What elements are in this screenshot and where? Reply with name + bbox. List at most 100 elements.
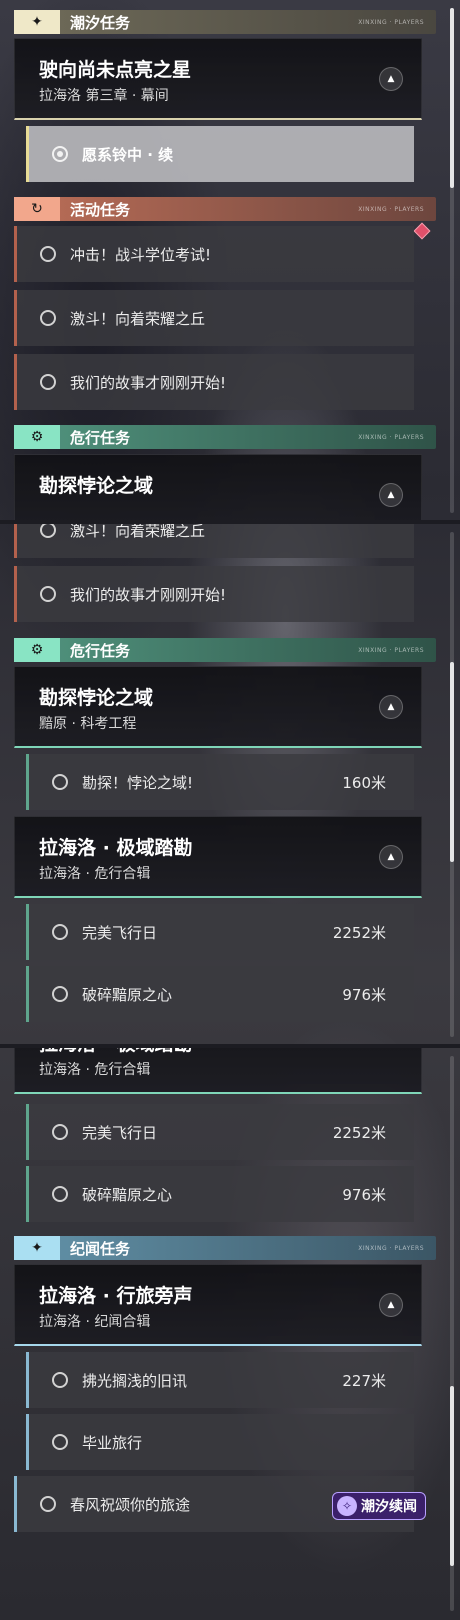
category-tag: XINXING · PLAYERS bbox=[358, 433, 424, 441]
step-distance: 2252米 bbox=[332, 923, 386, 942]
category-label: 潮汐任务 bbox=[70, 13, 131, 32]
scrollbar-thumb[interactable] bbox=[450, 662, 454, 862]
step-label: 毕业旅行 bbox=[82, 1433, 143, 1452]
radio-icon bbox=[52, 986, 68, 1002]
scrollbar[interactable] bbox=[450, 532, 454, 1037]
chevron-up-icon[interactable]: ▲ bbox=[379, 67, 403, 91]
quest-item-label: 冲击！战斗学位考试! bbox=[70, 245, 212, 264]
item-accent bbox=[14, 354, 17, 410]
quest-item-label: 激斗！向着荣耀之丘 bbox=[70, 524, 206, 540]
category-tag: XINXING · PLAYERS bbox=[358, 205, 424, 213]
quest-title: 拉海洛 · 极域踏勘 bbox=[39, 1048, 192, 1056]
quest-card-danger-main[interactable]: 勘探悖论之域 ▲ bbox=[14, 454, 422, 520]
quest-card-lore-main[interactable]: 拉海洛 · 行旅旁声 拉海洛 · 纪闻合辑 ▲ bbox=[14, 1264, 422, 1346]
quest-subtitle: 拉海洛 · 危行合辑 bbox=[39, 1062, 151, 1078]
step-label: 愿系铃中 · 续 bbox=[82, 145, 174, 164]
radio-icon bbox=[52, 1186, 68, 1202]
sparkle-icon: ✦ bbox=[14, 10, 60, 34]
category-label: 活动任务 bbox=[70, 200, 131, 219]
quest-subtitle: 黯原 · 科考工程 bbox=[39, 716, 137, 732]
step-label: 破碎黯原之心 bbox=[82, 1185, 173, 1204]
notification-diamond-icon bbox=[413, 222, 431, 240]
step-label: 完美飞行日 bbox=[82, 923, 158, 942]
quest-card-danger-second[interactable]: 拉海洛 · 极域踏勘 拉海洛 · 危行合辑 ▲ bbox=[14, 816, 422, 898]
chevron-up-icon[interactable]: ▲ bbox=[379, 1293, 403, 1317]
step-accent bbox=[26, 1104, 29, 1160]
category-tag: XINXING · PLAYERS bbox=[358, 646, 424, 654]
radio-icon bbox=[52, 774, 68, 790]
quest-card-tide-main[interactable]: 驶向尚未点亮之星 拉海洛 第三章 · 幕间 ▲ bbox=[14, 38, 422, 120]
item-accent bbox=[14, 290, 17, 346]
category-tide-header: ✦ 潮汐任务 XINXING · PLAYERS bbox=[14, 10, 436, 34]
logo-emblem-icon: ✧ bbox=[337, 1496, 357, 1516]
step-distance: 976米 bbox=[342, 1185, 386, 1204]
chevron-up-icon[interactable]: ▲ bbox=[379, 695, 403, 719]
category-label: 危行任务 bbox=[70, 428, 131, 447]
category-lore-header: ✦ 纪闻任务 XINXING · PLAYERS bbox=[14, 1236, 436, 1260]
quest-step-selected[interactable]: 愿系铃中 · 续 bbox=[26, 126, 414, 182]
step-distance: 2252米 bbox=[332, 1123, 386, 1142]
step-accent bbox=[26, 1414, 29, 1470]
step-accent bbox=[26, 966, 29, 1022]
chevron-up-icon[interactable]: ▲ bbox=[379, 483, 403, 507]
gear-icon: ⚙ bbox=[14, 425, 60, 449]
quest-item[interactable]: 激斗！向着荣耀之丘 bbox=[14, 524, 414, 558]
tide-sequel-logo: ✧ 潮汐续闻 bbox=[332, 1492, 426, 1520]
step-accent bbox=[26, 1352, 29, 1408]
step-accent bbox=[14, 1476, 17, 1532]
quest-item[interactable]: 我们的故事才刚刚开始! bbox=[14, 566, 414, 622]
quest-step[interactable]: 完美飞行日 2252米 bbox=[26, 1104, 414, 1160]
category-label: 危行任务 bbox=[70, 641, 131, 660]
quest-subtitle: 拉海洛 第三章 · 幕间 bbox=[39, 88, 169, 104]
radio-icon bbox=[40, 310, 56, 326]
quest-item-label: 我们的故事才刚刚开始! bbox=[70, 585, 227, 604]
quest-step[interactable]: 破碎黯原之心 976米 bbox=[26, 966, 414, 1022]
quest-subtitle: 拉海洛 · 危行合辑 bbox=[39, 866, 151, 882]
quest-step[interactable]: 完美飞行日 2252米 bbox=[26, 904, 414, 960]
scrollbar-thumb[interactable] bbox=[450, 1386, 454, 1566]
radio-selected-icon bbox=[52, 146, 68, 162]
chevron-up-icon[interactable]: ▲ bbox=[379, 845, 403, 869]
quest-card-danger-second[interactable]: 拉海洛 · 极域踏勘 拉海洛 · 危行合辑 bbox=[14, 1048, 422, 1094]
step-distance: 227米 bbox=[342, 1371, 386, 1390]
gear-icon: ⚙ bbox=[14, 638, 60, 662]
category-danger-header: ⚙ 危行任务 XINXING · PLAYERS bbox=[14, 425, 436, 449]
radio-icon bbox=[52, 924, 68, 940]
screenshot-divider bbox=[0, 520, 460, 524]
quest-item[interactable]: 激斗！向着荣耀之丘 bbox=[14, 290, 414, 346]
quest-step[interactable]: 勘探！悖论之域! 160米 bbox=[26, 754, 414, 810]
logo-text: 潮汐续闻 bbox=[361, 1499, 417, 1515]
radio-icon bbox=[52, 1434, 68, 1450]
radio-icon bbox=[52, 1372, 68, 1388]
item-accent bbox=[14, 524, 17, 558]
scrollbar-thumb[interactable] bbox=[450, 8, 454, 188]
step-accent bbox=[26, 1166, 29, 1222]
item-accent bbox=[14, 566, 17, 622]
step-label: 春风祝颂你的旅途 bbox=[70, 1495, 191, 1514]
quest-step[interactable]: 毕业旅行 bbox=[26, 1414, 414, 1470]
scrollbar[interactable] bbox=[450, 8, 454, 513]
quest-item[interactable]: 我们的故事才刚刚开始! bbox=[14, 354, 414, 410]
quest-title: 勘探悖论之域 bbox=[39, 475, 154, 497]
radio-icon bbox=[52, 1124, 68, 1140]
category-tag: XINXING · PLAYERS bbox=[358, 18, 424, 26]
quest-step[interactable]: 拂光搁浅的旧讯 227米 bbox=[26, 1352, 414, 1408]
quest-step[interactable]: 破碎黯原之心 976米 bbox=[26, 1166, 414, 1222]
category-danger-header: ⚙ 危行任务 XINXING · PLAYERS bbox=[14, 638, 436, 662]
category-label: 纪闻任务 bbox=[70, 1239, 131, 1258]
step-distance: 160米 bbox=[342, 773, 386, 792]
radio-icon bbox=[40, 1496, 56, 1512]
step-distance: 976米 bbox=[342, 985, 386, 1004]
quest-subtitle: 拉海洛 · 纪闻合辑 bbox=[39, 1314, 151, 1330]
quest-item-label: 我们的故事才刚刚开始! bbox=[70, 373, 227, 392]
refresh-icon: ↻ bbox=[14, 197, 60, 221]
quest-panel-1: ✦ 潮汐任务 XINXING · PLAYERS 驶向尚未点亮之星 拉海洛 第三… bbox=[0, 0, 460, 520]
quest-title: 勘探悖论之域 bbox=[39, 687, 154, 709]
screenshot-divider bbox=[0, 1044, 460, 1048]
quest-card-danger-main[interactable]: 勘探悖论之域 黯原 · 科考工程 ▲ bbox=[14, 666, 422, 748]
scrollbar[interactable] bbox=[450, 1056, 454, 1611]
quest-item[interactable]: 冲击！战斗学位考试! bbox=[14, 226, 414, 282]
quest-title: 拉海洛 · 行旅旁声 bbox=[39, 1285, 193, 1307]
step-label: 破碎黯原之心 bbox=[82, 985, 173, 1004]
step-accent bbox=[26, 126, 29, 182]
